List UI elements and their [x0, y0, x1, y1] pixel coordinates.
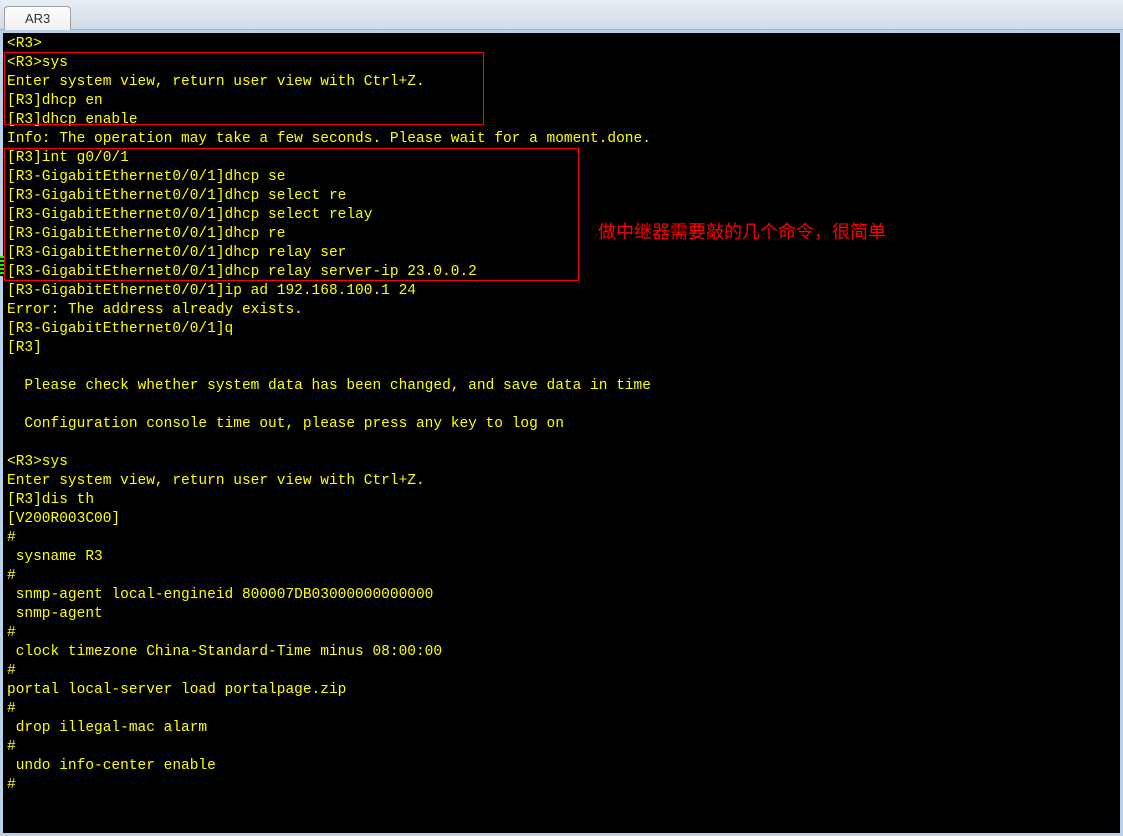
annotation-text: 做中继器需要敲的几个命令，很简单 [598, 218, 886, 244]
terminal-output[interactable]: <R3> <R3>sys Enter system view, return u… [3, 33, 1120, 833]
scroll-indicator [0, 256, 5, 276]
tab-bar: AR3 [0, 0, 1123, 30]
terminal-container: <R3> <R3>sys Enter system view, return u… [0, 30, 1123, 836]
tab-ar3[interactable]: AR3 [4, 6, 71, 30]
